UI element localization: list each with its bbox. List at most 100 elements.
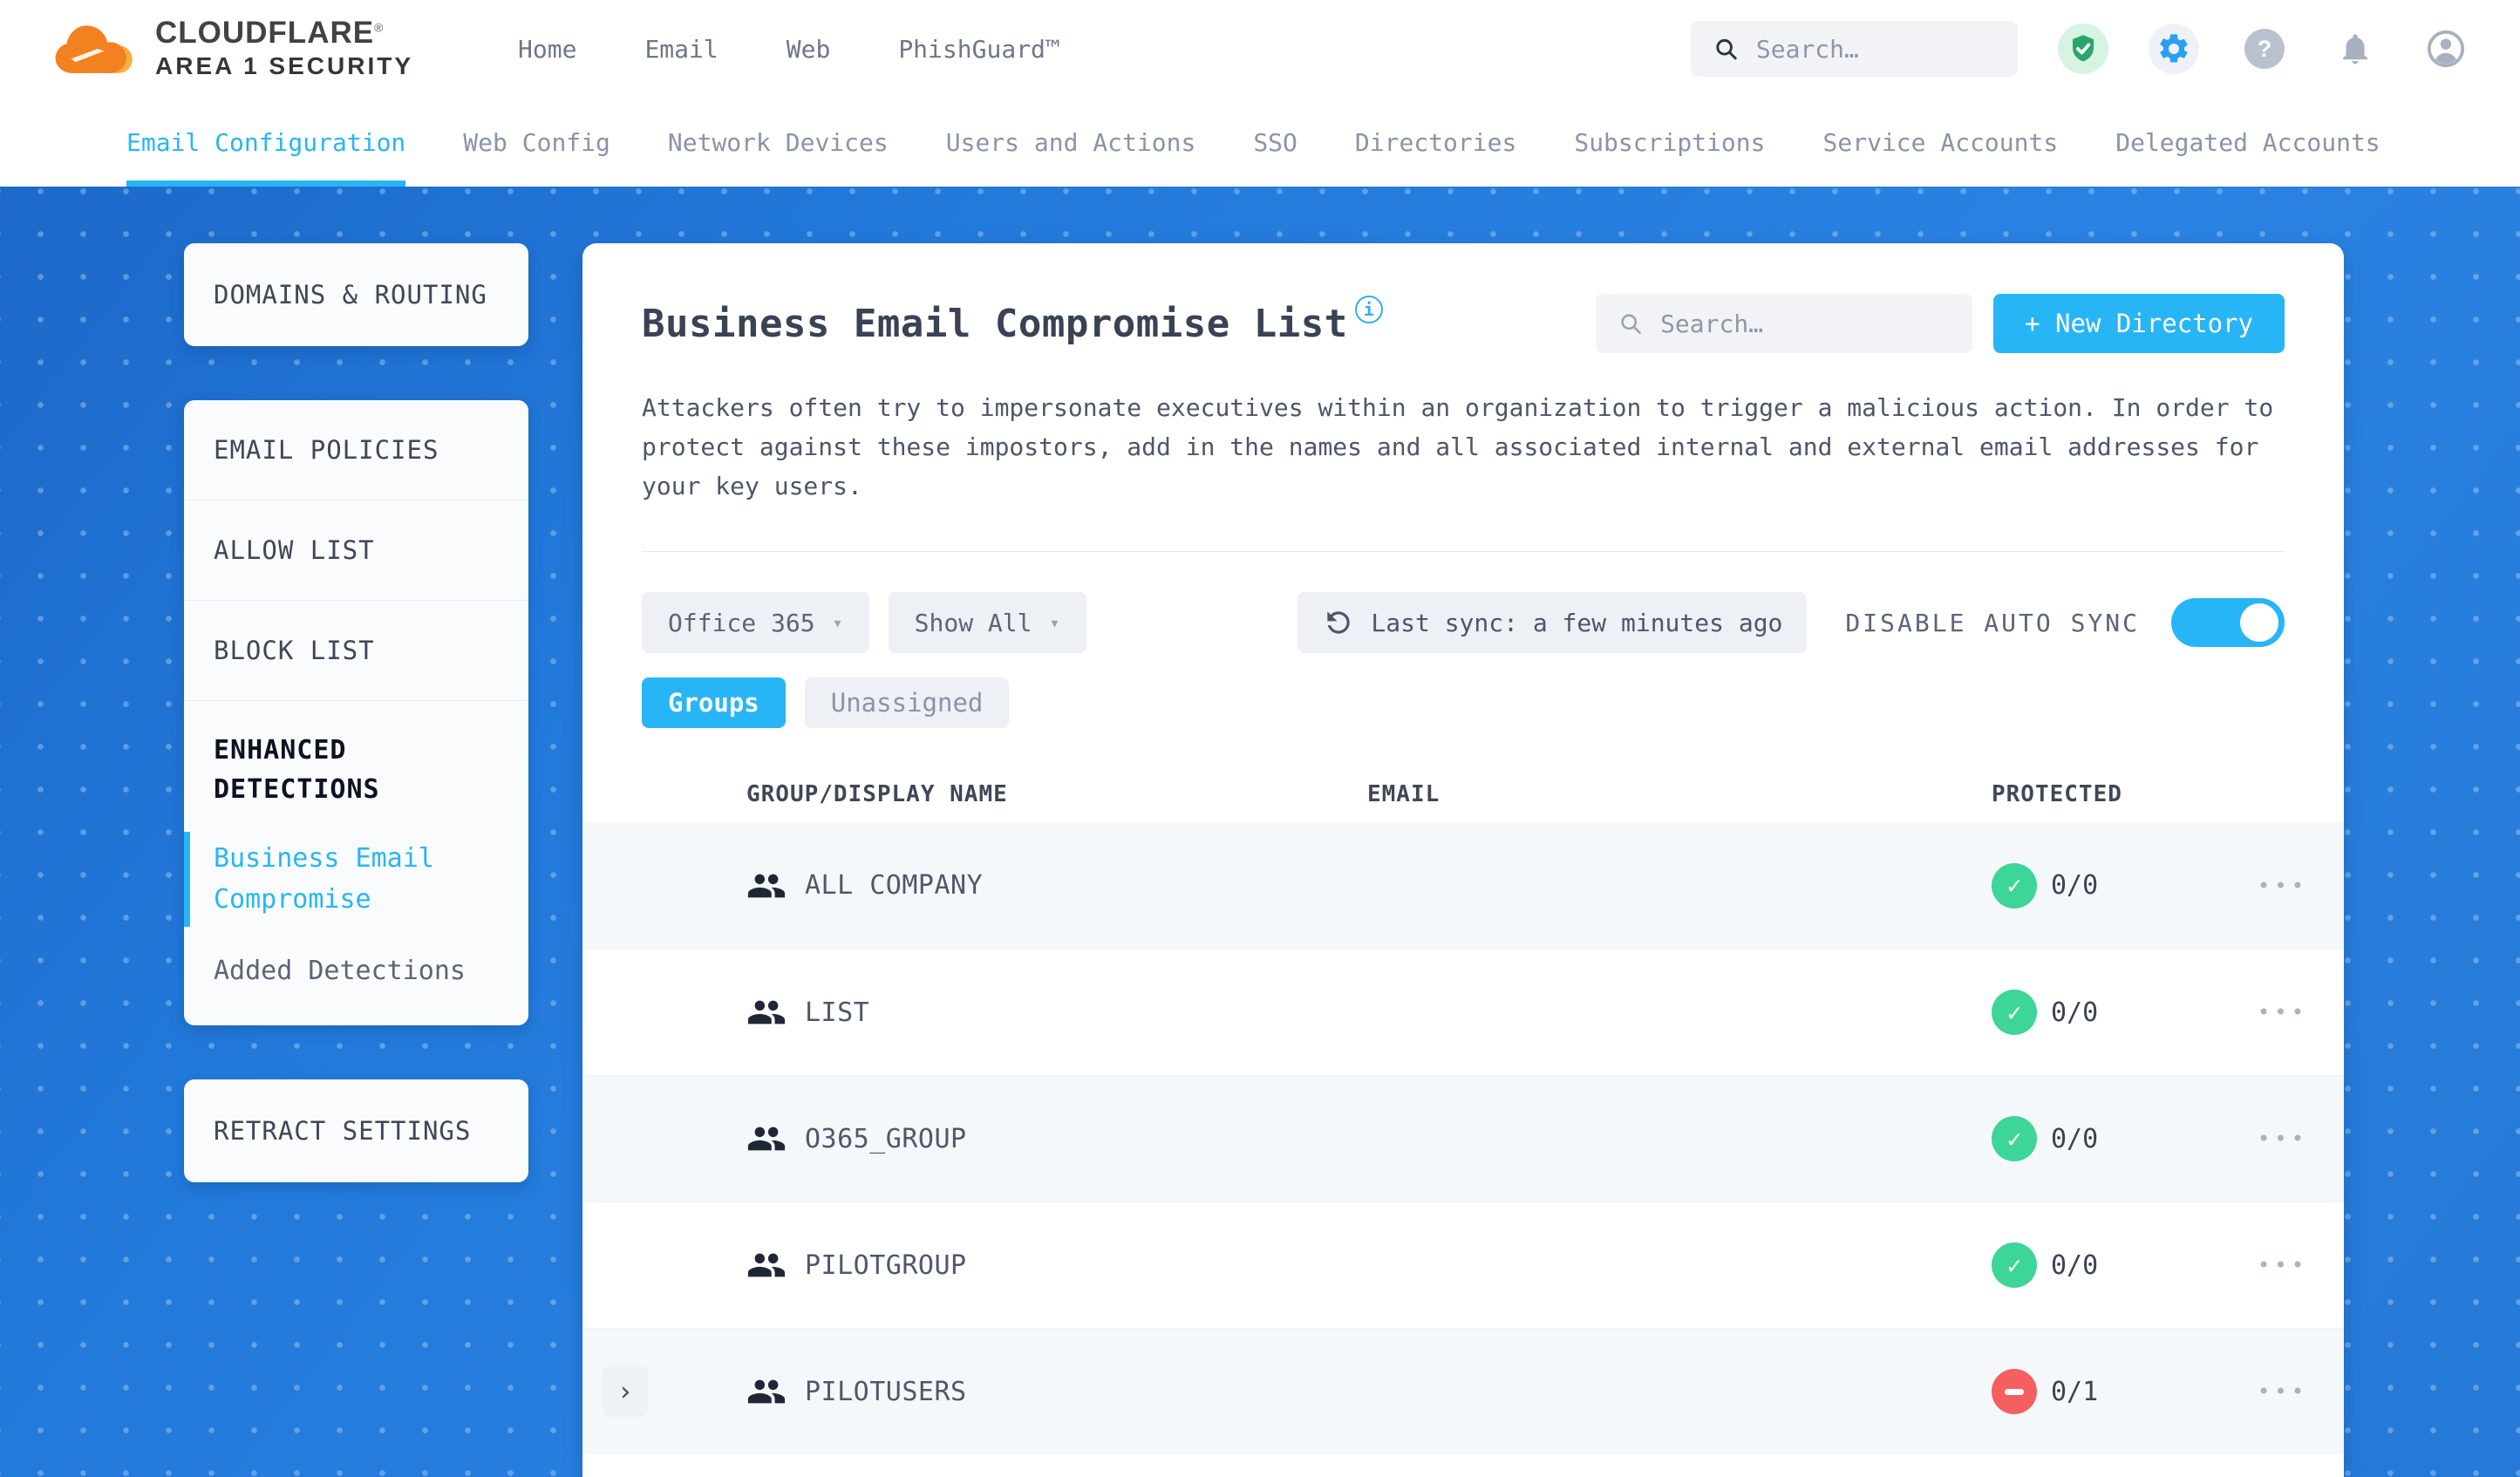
tab-subscriptions[interactable]: Subscriptions [1574, 98, 1765, 187]
protected-check-icon: ✓ [1992, 862, 2037, 909]
auto-sync-label: DISABLE AUTO SYNC [1845, 608, 2140, 637]
tab-directories[interactable]: Directories [1355, 98, 1516, 187]
group-name[interactable]: O365_GROUP [805, 1124, 1367, 1154]
cloudflare-logo-icon [55, 25, 133, 73]
protected-check-icon: ✓ [1992, 1242, 2037, 1288]
protected-count: 0/0 [2051, 1249, 2099, 1281]
new-directory-button[interactable]: + New Directory [1993, 294, 2285, 353]
brand-text: CLOUDFLARE® AREA 1 SECURITY [155, 17, 413, 81]
toggle-knob [2240, 603, 2278, 642]
column-protected: PROTECTED [1992, 781, 2122, 807]
sidebar-item-domains-routing[interactable]: DOMAINS & ROUTING [184, 243, 528, 346]
controls-row: Office 365 ▾ Show All ▾ Last sync: a few… [642, 592, 2285, 653]
protected-cell: 0/1 [1992, 1369, 2222, 1414]
chevron-down-icon: ▾ [832, 612, 843, 633]
info-icon[interactable]: i [1354, 296, 1383, 323]
sidebar-item-block-list[interactable]: BLOCK LIST [184, 601, 528, 701]
nav-item-phishguard[interactable]: PhishGuard™ [898, 35, 1059, 64]
sidebar-card-email: EMAIL POLICIES ALLOW LIST BLOCK LIST ENH… [184, 400, 528, 1025]
group-icon [747, 874, 786, 897]
account-button[interactable] [2421, 24, 2471, 74]
header-actions: + New Directory [1596, 294, 2285, 353]
table-row: › PILOTUSERS 0/1 ••• [582, 1328, 2344, 1454]
protected-count: 0/0 [2051, 870, 2099, 901]
row-menu-button[interactable]: ••• [2222, 874, 2344, 898]
groups-table: GROUP/DISPLAY NAME EMAIL PROTECTED ALL C… [582, 766, 2344, 1454]
tab-unassigned[interactable]: Unassigned [804, 677, 1010, 728]
table-row: ALL COMPANY ✓ 0/0 ••• [582, 822, 2344, 949]
page-description: Attackers often try to impersonate execu… [642, 393, 2274, 500]
protected-check-icon: ✓ [1992, 1116, 2037, 1161]
row-menu-button[interactable]: ••• [2222, 1126, 2344, 1151]
directory-select[interactable]: Office 365 ▾ [642, 592, 869, 653]
list-search[interactable] [1596, 294, 1973, 353]
sidebar-card-retract: RETRACT SETTINGS [184, 1079, 528, 1182]
filter-select[interactable]: Show All ▾ [888, 592, 1086, 653]
sidebar-section-enhanced-detections: ENHANCED DETECTIONS Business Email Compr… [184, 701, 528, 1025]
top-bar: CLOUDFLARE® AREA 1 SECURITY Home Email W… [0, 0, 2520, 98]
tab-sso[interactable]: SSO [1253, 98, 1297, 187]
group-name[interactable]: PILOTUSERS [805, 1377, 1367, 1407]
notifications-button[interactable] [2330, 24, 2380, 74]
group-name[interactable]: ALL COMPANY [805, 870, 1367, 901]
security-status-button[interactable] [2058, 24, 2108, 74]
shield-check-icon [2073, 35, 2094, 62]
sidebar-item-retract-settings[interactable]: RETRACT SETTINGS [184, 1079, 528, 1182]
nav-item-email[interactable]: Email [644, 35, 718, 64]
tab-web-config[interactable]: Web Config [463, 98, 610, 187]
row-menu-button[interactable]: ••• [2222, 1379, 2344, 1404]
sidebar-item-allow-list[interactable]: ALLOW LIST [184, 500, 528, 601]
tab-service-accounts[interactable]: Service Accounts [1823, 98, 2059, 187]
group-name[interactable]: PILOTGROUP [805, 1250, 1367, 1281]
panel-header: Business Email Compromise List i + New D… [642, 294, 2285, 353]
tab-email-configuration[interactable]: Email Configuration [126, 98, 406, 187]
row-menu-button[interactable]: ••• [2222, 1000, 2344, 1024]
tab-network-devices[interactable]: Network Devices [668, 98, 889, 187]
sidebar-item-enhanced-detections[interactable]: ENHANCED DETECTIONS [214, 731, 499, 809]
brand: CLOUDFLARE® AREA 1 SECURITY [49, 17, 413, 81]
sidebar-item-business-email-compromise[interactable]: Business Email Compromise [184, 832, 528, 927]
column-email: EMAIL [1367, 781, 1440, 807]
auto-sync-toggle[interactable] [2171, 598, 2285, 647]
protected-cell: ✓ 0/0 [1992, 990, 2222, 1035]
protected-count: 0/1 [2051, 1376, 2099, 1407]
global-search-input[interactable] [1755, 34, 1995, 64]
tab-users-and-actions[interactable]: Users and Actions [946, 98, 1196, 187]
page-title: Business Email Compromise List [642, 301, 1348, 346]
primary-nav: Home Email Web PhishGuard™ [518, 35, 1060, 64]
help-button[interactable]: ? [2239, 24, 2290, 74]
group-icon [747, 1253, 786, 1277]
nav-item-web[interactable]: Web [787, 35, 831, 64]
brand-title: CLOUDFLARE® [155, 15, 385, 50]
column-group-display-name: GROUP/DISPLAY NAME [746, 781, 1008, 807]
group-icon [747, 1126, 786, 1151]
table-row: O365_GROUP ✓ 0/0 ••• [582, 1075, 2344, 1201]
last-sync-button[interactable]: Last sync: a few minutes ago [1297, 592, 1808, 653]
group-icon [747, 1379, 786, 1404]
global-search[interactable] [1691, 21, 2018, 77]
not-protected-minus-icon [1992, 1369, 2037, 1414]
table-header: GROUP/DISPLAY NAME EMAIL PROTECTED [582, 766, 2344, 822]
sidebar-item-added-detections[interactable]: Added Detections [184, 951, 528, 992]
settings-button[interactable] [2149, 24, 2199, 74]
gear-icon [2160, 34, 2188, 63]
protected-cell: ✓ 0/0 [1992, 1116, 2222, 1161]
expand-row-button[interactable]: › [603, 1366, 648, 1417]
row-menu-button[interactable]: ••• [2222, 1253, 2344, 1277]
question-icon: ? [2244, 29, 2285, 69]
group-name[interactable]: LIST [805, 997, 1367, 1028]
brand-subtitle: AREA 1 SECURITY [155, 52, 414, 80]
registered-mark: ® [374, 19, 385, 34]
protected-cell: ✓ 0/0 [1992, 1242, 2222, 1288]
tab-groups[interactable]: Groups [642, 677, 786, 728]
directory-select-value: Office 365 [668, 608, 815, 637]
chevron-down-icon: ▾ [1049, 612, 1060, 633]
tab-delegated-accounts[interactable]: Delegated Accounts [2115, 98, 2380, 187]
main-panel: Business Email Compromise List i + New D… [582, 243, 2344, 1477]
list-search-input[interactable] [1660, 309, 1951, 338]
nav-item-home[interactable]: Home [518, 35, 576, 64]
group-icon [747, 1000, 786, 1024]
sidebar-card-domains: DOMAINS & ROUTING [184, 243, 528, 346]
sidebar-item-email-policies[interactable]: EMAIL POLICIES [184, 400, 528, 500]
user-icon [2427, 30, 2465, 68]
